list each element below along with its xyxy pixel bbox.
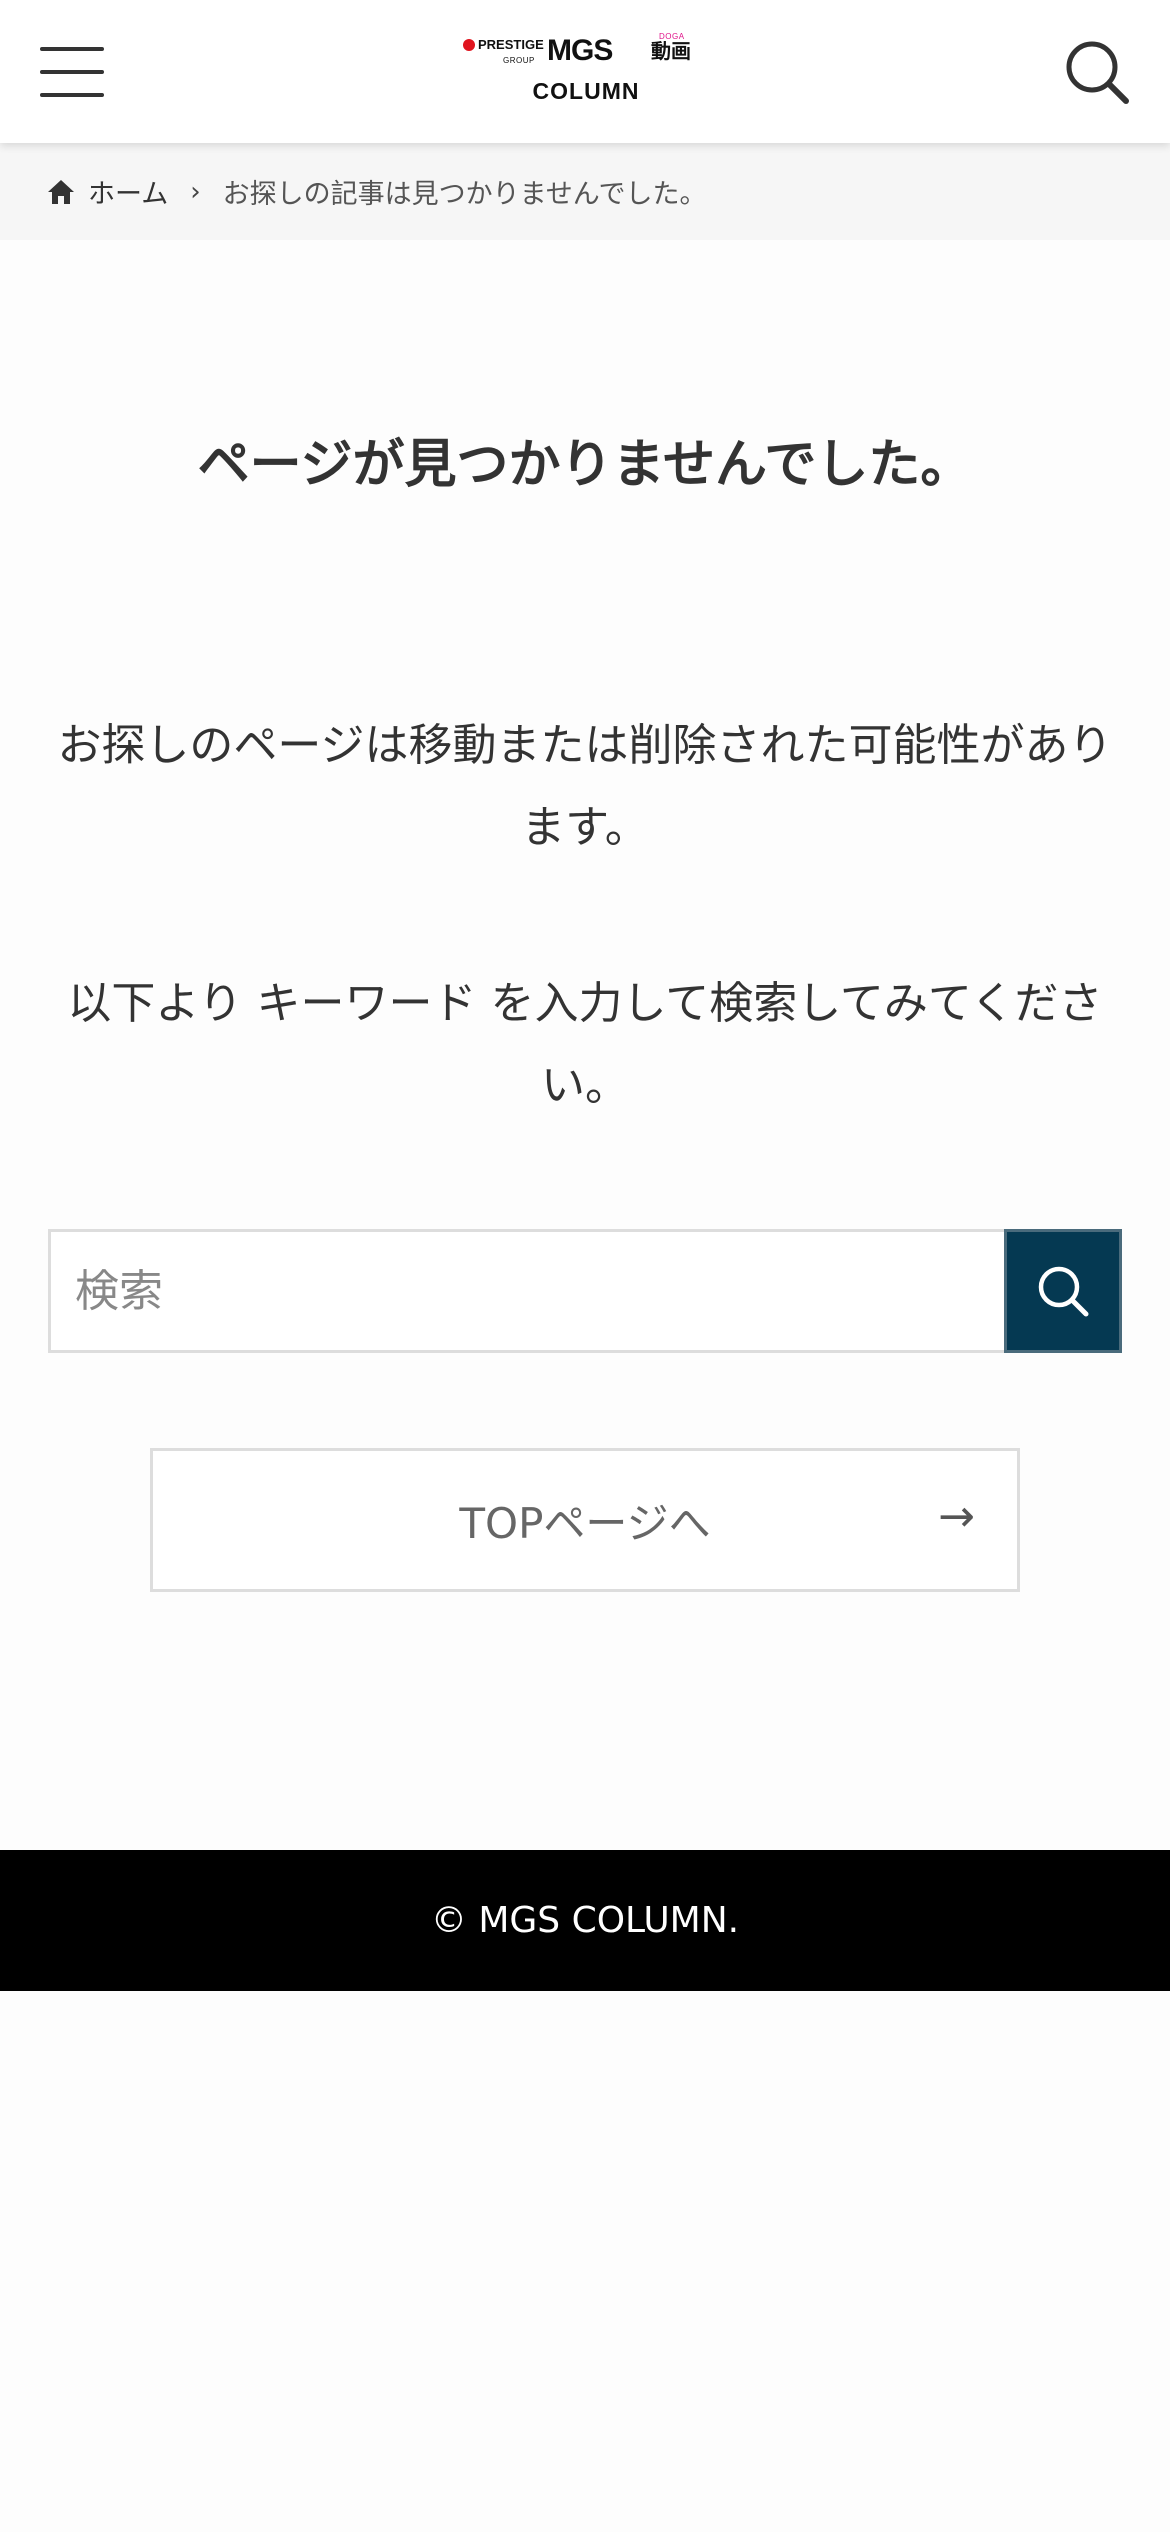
breadcrumb: ホーム › お探しの記事は見つかりませんでした。 (0, 143, 1170, 240)
search-icon (1038, 1266, 1089, 1317)
menu-bar (40, 47, 104, 51)
breadcrumb-home-label: ホーム (88, 179, 169, 210)
search-prompt-message: 以下より キーワード を入力して検索してみてください。 (67, 978, 1103, 1111)
not-found-message: お探しのページは移動または削除された可能性があります。 (57, 720, 1113, 853)
logo-group-text: GROUP (503, 56, 535, 65)
logo-douga-text: 動画 (651, 39, 691, 63)
search-icon (1066, 41, 1129, 104)
logo-prestige: PRESTIGE (463, 38, 544, 51)
header-search-button[interactable] (1055, 30, 1139, 114)
logo-prestige-text: PRESTIGE (478, 37, 544, 52)
search-input[interactable] (48, 1229, 1004, 1353)
site-header: PRESTIGE GROUP MGS DOGA 動画 COLUMN (0, 0, 1170, 143)
breadcrumb-home-link[interactable]: ホーム (46, 172, 168, 211)
copyright-text: © MGS COLUMN. (430, 1900, 740, 1941)
menu-bar (40, 70, 104, 74)
home-icon (48, 179, 74, 204)
prestige-mark-icon (463, 38, 475, 51)
top-page-button[interactable]: TOPページへ → (150, 1448, 1020, 1592)
breadcrumb-current: お探しの記事は見つかりませんでした。 (222, 179, 707, 210)
site-footer: © MGS COLUMN. (0, 1850, 1170, 1991)
menu-bar (40, 93, 104, 97)
logo-mgs-text: MGS (547, 34, 613, 67)
site-logo[interactable]: PRESTIGE GROUP MGS DOGA 動画 COLUMN (455, 32, 717, 110)
top-page-label: TOPページへ (459, 1498, 711, 1548)
arrow-right-icon: → (938, 1491, 975, 1542)
logo-column-text: COLUMN (532, 78, 640, 104)
chevron-right-icon: › (190, 176, 201, 207)
hamburger-menu-icon[interactable] (30, 30, 114, 114)
search-submit-button[interactable] (1004, 1229, 1122, 1353)
page-title: ページが見つかりませんでした。 (197, 435, 973, 495)
search-form (48, 1229, 1122, 1353)
